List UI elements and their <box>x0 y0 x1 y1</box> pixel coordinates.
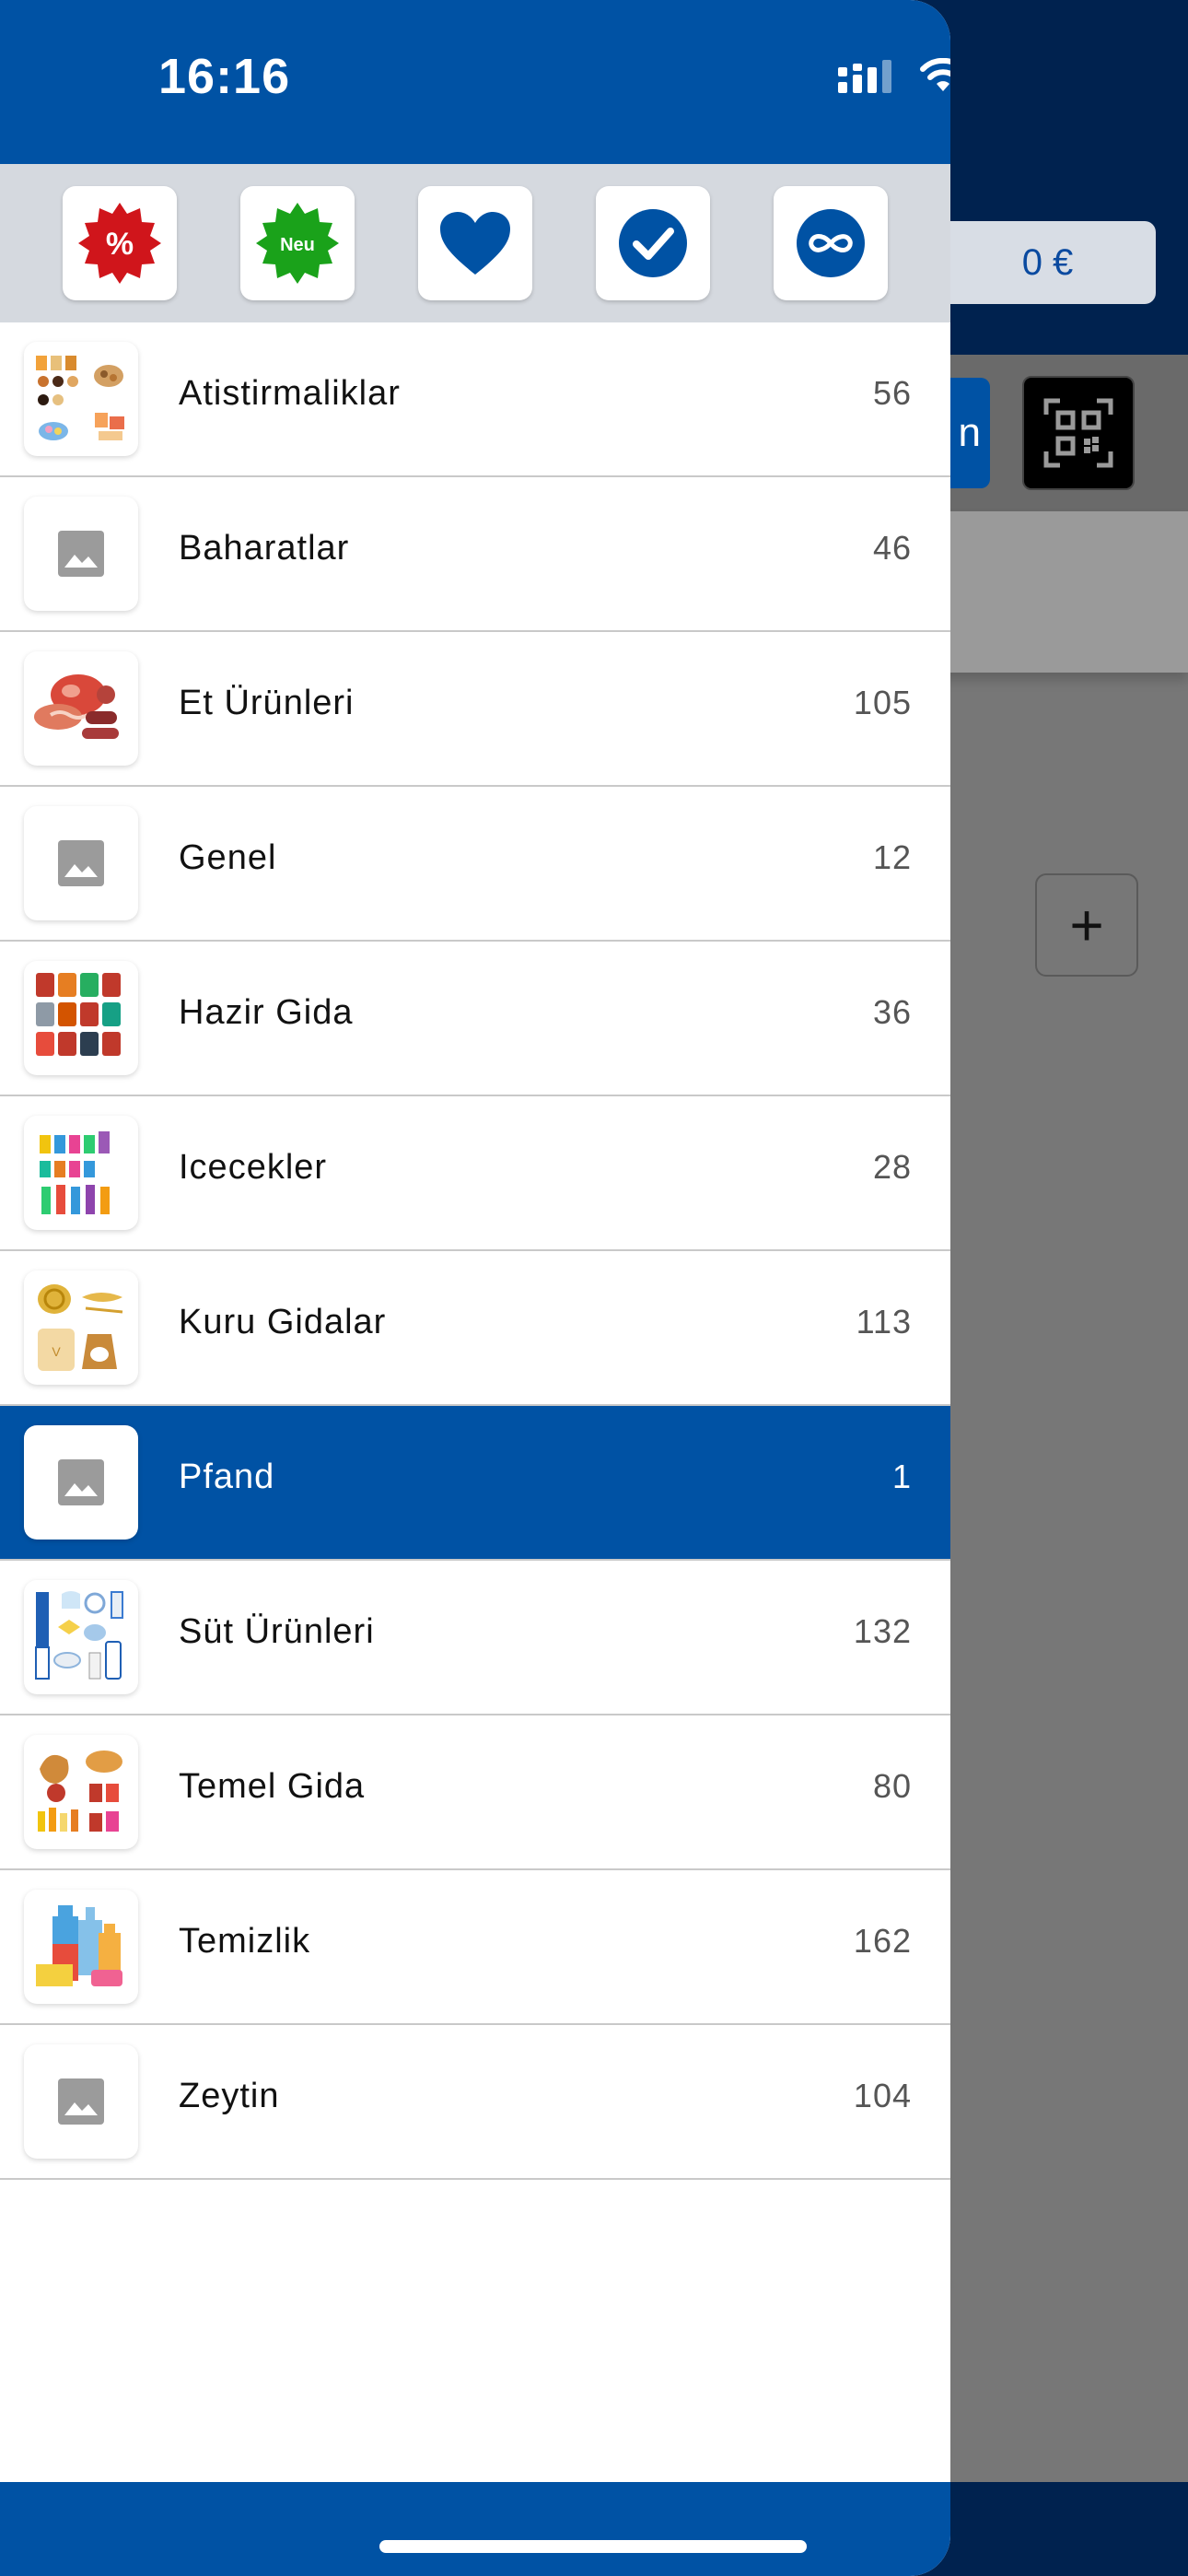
category-thumbnail-placeholder <box>24 806 138 920</box>
category-label: Temizlik <box>179 1922 311 1961</box>
category-row-genel[interactable]: Genel 12 <box>0 787 950 942</box>
category-thumbnail-dairy <box>24 1580 138 1694</box>
category-count: 28 <box>872 1148 912 1186</box>
category-count: 132 <box>853 1612 912 1650</box>
category-thumbnail-placeholder <box>24 1425 138 1540</box>
filter-purchased-button[interactable] <box>596 186 710 300</box>
category-thumbnail-placeholder <box>24 497 138 611</box>
infinity-icon <box>797 209 865 277</box>
category-label: Atistirmaliklar <box>179 374 401 413</box>
category-count: 80 <box>872 1767 912 1805</box>
category-row-zeytin[interactable]: Zeytin 104 <box>0 2025 950 2180</box>
category-label: Süt Ürünleri <box>179 1612 375 1651</box>
category-row-baharatlar[interactable]: Baharatlar 46 <box>0 477 950 632</box>
category-count: 56 <box>872 374 912 412</box>
category-count: 105 <box>853 684 912 721</box>
category-row-hazir-gida[interactable]: Hazir Gida 36 <box>0 942 950 1096</box>
category-thumbnail-cans <box>24 961 138 1075</box>
cellular-signal-icon <box>838 60 891 93</box>
category-label: Baharatlar <box>179 529 350 568</box>
wifi-icon <box>920 58 950 91</box>
category-label: Genel <box>179 838 277 877</box>
category-count: 46 <box>872 529 912 567</box>
image-placeholder-icon <box>58 2078 104 2125</box>
category-count: 12 <box>872 838 912 876</box>
category-row-temel-gida[interactable]: Temel Gida 80 <box>0 1715 950 1870</box>
filter-new-button[interactable]: Neu <box>240 186 355 300</box>
qr-scan-button[interactable] <box>1022 376 1135 490</box>
category-count: 36 <box>872 993 912 1031</box>
add-button[interactable]: + <box>1035 873 1138 977</box>
category-row-kuru-gidalar[interactable]: V Kuru Gidalar 113 <box>0 1251 950 1406</box>
qr-code-icon <box>1043 398 1113 468</box>
new-badge-icon: Neu <box>256 203 339 284</box>
category-label: Et Ürünleri <box>179 684 355 722</box>
category-count: 104 <box>853 2077 912 2114</box>
category-thumbnail-dry: V <box>24 1270 138 1385</box>
category-row-pfand[interactable]: Pfand 1 <box>0 1406 950 1561</box>
image-placeholder-icon <box>58 531 104 577</box>
status-bar: 16:16 78 <box>0 0 950 164</box>
discount-badge-icon: % <box>78 203 161 284</box>
filter-discount-button[interactable]: % <box>63 186 177 300</box>
category-thumbnail-cleaning <box>24 1890 138 2004</box>
category-row-atistirmaliklar[interactable]: Atistirmaliklar 56 <box>0 322 950 477</box>
image-placeholder-icon <box>58 840 104 886</box>
category-row-icecekler[interactable]: Icecekler 28 <box>0 1096 950 1251</box>
category-label: Kuru Gidalar <box>179 1303 387 1341</box>
category-thumbnail-meat <box>24 651 138 766</box>
status-icons: 78 <box>838 57 950 96</box>
status-time: 16:16 <box>158 49 291 104</box>
category-label: Temel Gida <box>179 1767 366 1806</box>
category-row-temizlik[interactable]: Temizlik 162 <box>0 1870 950 2025</box>
category-label: Hazir Gida <box>179 993 354 1032</box>
checkmark-icon <box>619 209 687 277</box>
cart-total[interactable]: 0 € <box>939 221 1156 304</box>
category-label: Pfand <box>179 1458 275 1496</box>
category-thumbnail-drinks <box>24 1116 138 1230</box>
category-list: Atistirmaliklar 56 Baharatlar 46 Et Ürün… <box>0 322 950 2180</box>
filter-discount-label: % <box>106 227 134 262</box>
drawer-bottom-bar <box>0 2482 950 2576</box>
category-count: 162 <box>853 1922 912 1960</box>
image-placeholder-icon <box>58 1459 104 1505</box>
category-label: Zeytin <box>179 2077 280 2115</box>
category-thumbnail-placeholder <box>24 2044 138 2159</box>
filter-favorites-button[interactable] <box>418 186 532 300</box>
background-action-button-label: n <box>958 410 981 455</box>
category-row-sut-urunleri[interactable]: Süt Ürünleri 132 <box>0 1561 950 1715</box>
filter-bar: % Neu <box>0 164 950 322</box>
category-count: 1 <box>891 1458 912 1495</box>
svg-text:V: V <box>52 1344 61 1359</box>
home-indicator[interactable] <box>379 2540 807 2553</box>
heart-icon <box>440 212 510 275</box>
category-thumbnail-snacks <box>24 342 138 456</box>
category-count: 113 <box>856 1303 912 1341</box>
category-label: Icecekler <box>179 1148 328 1187</box>
category-drawer: 16:16 78 <box>0 0 950 2576</box>
category-thumbnail-basic <box>24 1735 138 1849</box>
filter-new-label: Neu <box>280 235 315 255</box>
filter-all-button[interactable] <box>774 186 888 300</box>
category-row-et-urunleri[interactable]: Et Ürünleri 105 <box>0 632 950 787</box>
